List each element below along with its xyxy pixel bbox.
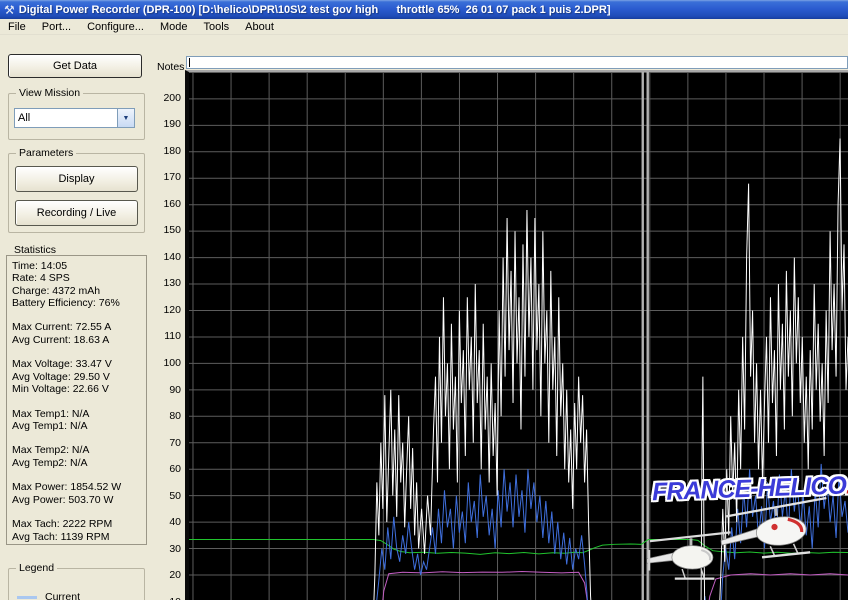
y-tick-label: 110: [164, 330, 181, 343]
legend-color-swatch: [17, 595, 37, 599]
y-tick-label: 10: [169, 596, 181, 600]
y-tick-label: 30: [169, 542, 181, 555]
y-tick-label: 200: [163, 91, 181, 104]
statistic-line: [12, 309, 146, 321]
statistic-line: Charge: 4372 mAh: [12, 284, 101, 297]
y-tick-label: 190: [163, 118, 181, 131]
y-tick-label: 130: [163, 277, 181, 290]
y-tick-label: 70: [169, 436, 181, 449]
statistic-line: [12, 395, 146, 407]
app-window: ⚒ Digital Power Recorder (DPR-100) [D:\h…: [0, 0, 848, 600]
menu-item-tools[interactable]: Tools: [195, 20, 237, 34]
series-tachrpmx: [382, 571, 848, 600]
statistic-line: [12, 506, 146, 518]
statistic-line: [12, 469, 146, 481]
statistic-line: Avg Power: 503.70 W: [12, 493, 114, 506]
recording-live-button[interactable]: Recording / Live: [15, 200, 138, 226]
legend-group: Legend Current: [8, 562, 145, 600]
app-icon: ⚒: [4, 2, 15, 17]
legend-item-label: Current: [45, 591, 81, 600]
statistic-line: Rate: 4 SPS: [12, 272, 70, 285]
statistic-line: Max Power: 1854.52 W: [12, 481, 122, 494]
y-tick-label: 150: [163, 224, 181, 237]
view-mission-selected-value: All: [18, 112, 31, 124]
parameters-group: Parameters Display Recording / Live: [8, 147, 145, 233]
get-data-button[interactable]: Get Data: [8, 54, 142, 78]
menu-bar: File Port... Configure... Mode Tools About: [0, 19, 848, 35]
statistic-line: Avg Temp2: N/A: [12, 456, 88, 469]
display-button[interactable]: Display: [15, 166, 138, 192]
menu-item-file[interactable]: File: [0, 20, 34, 34]
y-tick-label: 80: [169, 410, 181, 423]
view-mission-select[interactable]: All ▼: [14, 108, 135, 128]
statistic-line: Min Voltage: 22.66 V: [12, 382, 109, 395]
series-voltagev: [189, 539, 848, 555]
notes-input[interactable]: [186, 56, 848, 69]
y-tick-label: 90: [169, 383, 181, 396]
y-tick-label: 60: [169, 463, 181, 476]
y-tick-label: 140: [163, 250, 181, 263]
y-tick-label: 50: [169, 489, 181, 502]
statistic-line: Avg Voltage: 29.50 V: [12, 370, 110, 383]
chevron-down-icon[interactable]: ▼: [117, 109, 134, 127]
chart-plot-area[interactable]: [185, 70, 848, 600]
y-tick-label: 20: [169, 569, 181, 582]
y-tick-label: 40: [169, 516, 181, 529]
window-title: Digital Power Recorder (DPR-100) [D:\hel…: [18, 3, 611, 16]
y-tick-label: 160: [163, 197, 181, 210]
statistic-line: Max Temp1: N/A: [12, 407, 90, 420]
statistic-line: Max Voltage: 33.47 V: [12, 358, 112, 371]
menu-item-port[interactable]: Port...: [34, 20, 79, 34]
view-mission-label: View Mission: [16, 87, 84, 99]
statistic-line: Avg Temp1: N/A: [12, 419, 88, 432]
statistic-line: [12, 432, 146, 444]
legend-item: Current: [17, 591, 80, 600]
statistic-line: Max Current: 72.55 A: [12, 321, 112, 334]
menu-item-configure[interactable]: Configure...: [79, 20, 152, 34]
y-tick-label: 120: [163, 303, 181, 316]
statistic-line: Time: 14:05: [12, 260, 68, 272]
y-tick-label: 180: [163, 144, 181, 157]
statistic-line: Avg Current: 18.63 A: [12, 333, 110, 346]
statistic-line: Battery Efficiency: 76%: [12, 296, 120, 309]
statistic-line: [12, 346, 146, 358]
series-currenta: [376, 463, 848, 600]
text-caret: [189, 58, 190, 67]
legend-label: Legend: [16, 562, 58, 574]
y-tick-label: 100: [163, 357, 181, 369]
parameters-label: Parameters: [16, 147, 77, 159]
menu-item-about[interactable]: About: [237, 20, 282, 34]
y-tick-label: 170: [163, 171, 181, 184]
statistics-panel: Time: 14:05 Rate: 4 SPS Charge: 4372 mAh Ba…: [6, 255, 147, 545]
statistic-line: Max Temp2: N/A: [12, 444, 90, 457]
title-bar: ⚒ Digital Power Recorder (DPR-100) [D:\h…: [0, 0, 848, 19]
notes-label: Notes: [157, 61, 185, 73]
statistic-line: Max Tach: 2222 RPM: [12, 518, 113, 531]
y-axis-tick-labels: 200 190 180 170 160 150 140 130 120 110 100 90 80 70 6…: [150, 36, 183, 600]
statistic-line: Avg Tach: 1139 RPM: [12, 530, 110, 543]
menu-item-mode[interactable]: Mode: [152, 20, 196, 34]
